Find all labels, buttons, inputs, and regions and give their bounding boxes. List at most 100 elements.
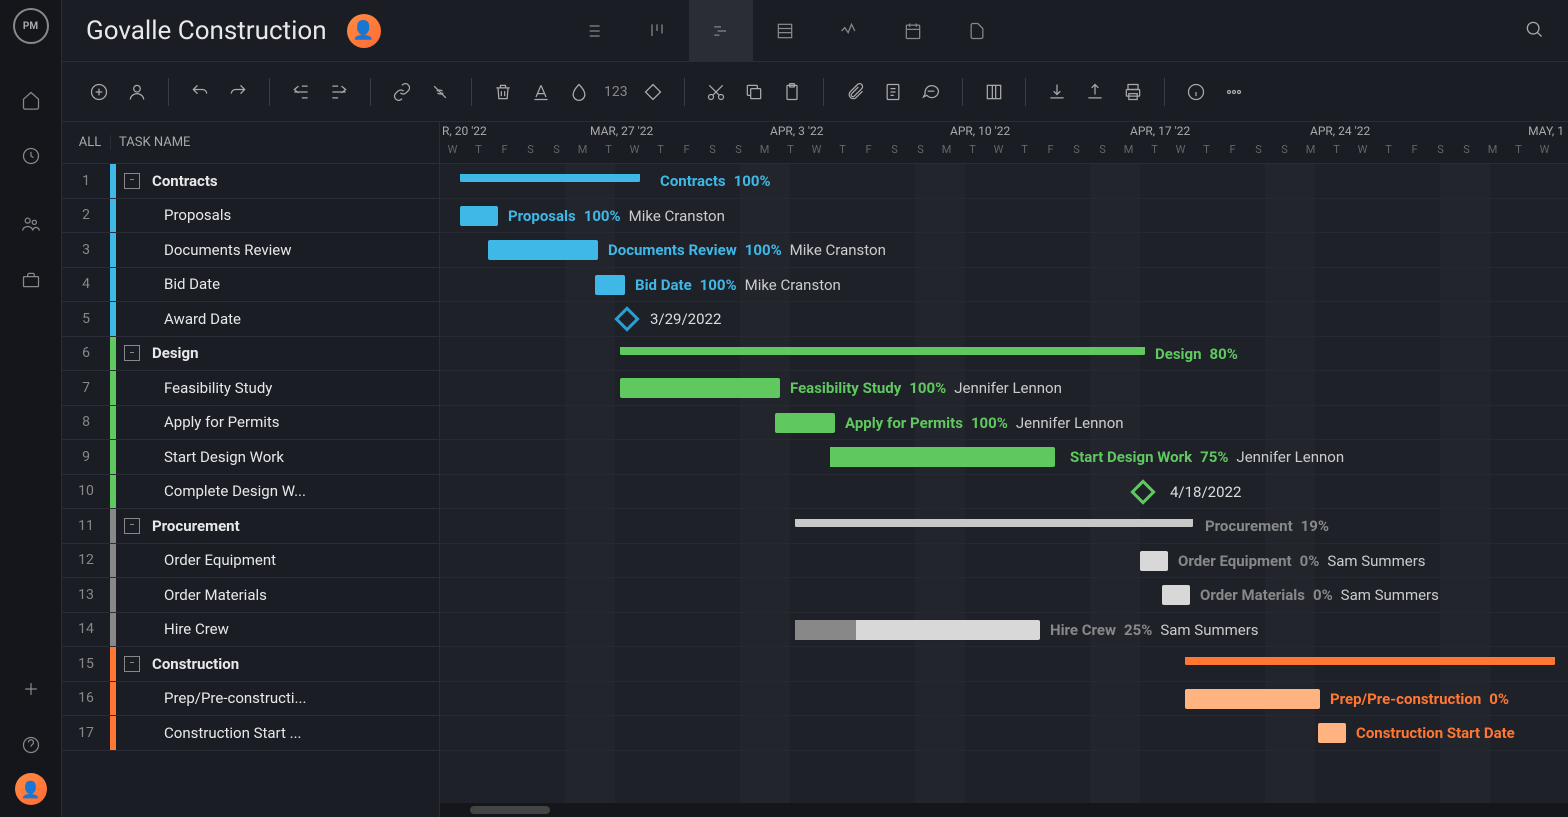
home-icon[interactable] xyxy=(19,88,43,112)
team-icon[interactable] xyxy=(19,212,43,236)
task-name: Proposals xyxy=(116,206,439,224)
user-avatar-small[interactable]: 👤 xyxy=(15,773,47,805)
board-view-tab[interactable] xyxy=(625,0,689,62)
task-bar[interactable] xyxy=(775,413,835,433)
task-row[interactable]: 1 − Contracts xyxy=(62,164,439,199)
dashboard-view-tab[interactable] xyxy=(817,0,881,62)
add-task-button[interactable] xyxy=(86,79,112,105)
task-row[interactable]: 6 − Design xyxy=(62,337,439,372)
task-row[interactable]: 3 Documents Review xyxy=(62,233,439,268)
task-bar[interactable] xyxy=(620,378,780,398)
collapse-toggle[interactable]: − xyxy=(124,345,140,361)
task-bar[interactable] xyxy=(1185,689,1320,709)
gantt-row: Apply for Permits100%Jennifer Lennon xyxy=(440,406,1568,441)
clock-icon[interactable] xyxy=(19,144,43,168)
delete-button[interactable] xyxy=(490,79,516,105)
task-bar[interactable] xyxy=(488,240,598,260)
horizontal-scrollbar[interactable] xyxy=(440,803,1568,817)
day-label: T xyxy=(648,143,673,156)
task-row[interactable]: 5 Award Date xyxy=(62,302,439,337)
milestone-icon[interactable] xyxy=(614,306,639,331)
task-row[interactable]: 10 Complete Design W... xyxy=(62,475,439,510)
day-label: W xyxy=(986,143,1011,156)
files-view-tab[interactable] xyxy=(945,0,1009,62)
task-bar[interactable] xyxy=(830,447,1055,467)
gantt-view-tab[interactable] xyxy=(689,0,753,62)
task-row[interactable]: 14 Hire Crew xyxy=(62,613,439,648)
summary-bar[interactable] xyxy=(1185,657,1555,665)
day-label: T xyxy=(778,143,803,156)
link-button[interactable] xyxy=(389,79,415,105)
collapse-toggle[interactable]: − xyxy=(124,656,140,672)
list-view-tab[interactable] xyxy=(561,0,625,62)
sheet-view-tab[interactable] xyxy=(753,0,817,62)
redo-button[interactable] xyxy=(225,79,251,105)
task-row[interactable]: 12 Order Equipment xyxy=(62,544,439,579)
task-row[interactable]: 13 Order Materials xyxy=(62,578,439,613)
day-label: F xyxy=(1402,143,1427,156)
task-bar[interactable] xyxy=(795,620,1040,640)
help-icon[interactable] xyxy=(19,733,43,757)
collapse-toggle[interactable]: − xyxy=(124,518,140,534)
briefcase-icon[interactable] xyxy=(19,268,43,292)
more-button[interactable] xyxy=(1221,79,1247,105)
task-row[interactable]: 17 Construction Start ... xyxy=(62,716,439,751)
attachment-button[interactable] xyxy=(842,79,868,105)
col-task-name[interactable]: TASK NAME xyxy=(110,135,439,150)
milestone-button[interactable] xyxy=(640,79,666,105)
color-button[interactable] xyxy=(566,79,592,105)
copy-button[interactable] xyxy=(741,79,767,105)
export-button[interactable] xyxy=(1082,79,1108,105)
unlink-button[interactable] xyxy=(427,79,453,105)
paste-button[interactable] xyxy=(779,79,805,105)
print-button[interactable] xyxy=(1120,79,1146,105)
logo[interactable]: PM xyxy=(13,8,49,44)
task-row[interactable]: 15 − Construction xyxy=(62,647,439,682)
row-number: 1 xyxy=(62,173,110,189)
gantt-row: Order Materials0%Sam Summers xyxy=(440,578,1568,613)
task-row[interactable]: 2 Proposals xyxy=(62,199,439,234)
summary-bar[interactable] xyxy=(620,347,1145,355)
gantt-row: Order Equipment0%Sam Summers xyxy=(440,544,1568,579)
notes-button[interactable] xyxy=(880,79,906,105)
task-row[interactable]: 8 Apply for Permits xyxy=(62,406,439,441)
columns-button[interactable] xyxy=(981,79,1007,105)
task-bar[interactable] xyxy=(595,275,625,295)
add-icon[interactable] xyxy=(19,677,43,701)
day-label: F xyxy=(492,143,517,156)
week-label: APR, 10 '22 xyxy=(950,124,1010,138)
undo-button[interactable] xyxy=(187,79,213,105)
progress-button[interactable]: 123 xyxy=(604,84,628,100)
outdent-button[interactable] xyxy=(288,79,314,105)
project-owner-avatar[interactable]: 👤 xyxy=(347,14,381,48)
calendar-view-tab[interactable] xyxy=(881,0,945,62)
day-label: S xyxy=(1428,143,1453,156)
summary-bar[interactable] xyxy=(795,519,1193,527)
task-bar[interactable] xyxy=(1318,723,1346,743)
task-bar[interactable] xyxy=(1140,551,1168,571)
toolbar: 123 xyxy=(62,62,1568,122)
bar-label: Order Equipment0%Sam Summers xyxy=(1178,552,1426,570)
color-indicator xyxy=(110,647,116,681)
task-row[interactable]: 7 Feasibility Study xyxy=(62,371,439,406)
summary-bar[interactable] xyxy=(460,174,640,182)
search-icon[interactable] xyxy=(1524,19,1544,43)
task-bar[interactable] xyxy=(460,206,498,226)
collapse-toggle[interactable]: − xyxy=(124,173,140,189)
task-bar[interactable] xyxy=(1162,585,1190,605)
timeline-header[interactable]: R, 20 '22 MAY, 1 MAR, 27 '22APR, 3 '22AP… xyxy=(440,122,1568,164)
task-row[interactable]: 11 − Procurement xyxy=(62,509,439,544)
text-format-button[interactable] xyxy=(528,79,554,105)
comment-button[interactable] xyxy=(918,79,944,105)
indent-button[interactable] xyxy=(326,79,352,105)
task-row[interactable]: 9 Start Design Work xyxy=(62,440,439,475)
milestone-icon[interactable] xyxy=(1130,479,1155,504)
cut-button[interactable] xyxy=(703,79,729,105)
info-button[interactable] xyxy=(1183,79,1209,105)
day-label: F xyxy=(674,143,699,156)
task-row[interactable]: 16 Prep/Pre-constructi... xyxy=(62,682,439,717)
task-row[interactable]: 4 Bid Date xyxy=(62,268,439,303)
import-button[interactable] xyxy=(1044,79,1070,105)
col-all[interactable]: ALL xyxy=(62,135,110,150)
assign-button[interactable] xyxy=(124,79,150,105)
